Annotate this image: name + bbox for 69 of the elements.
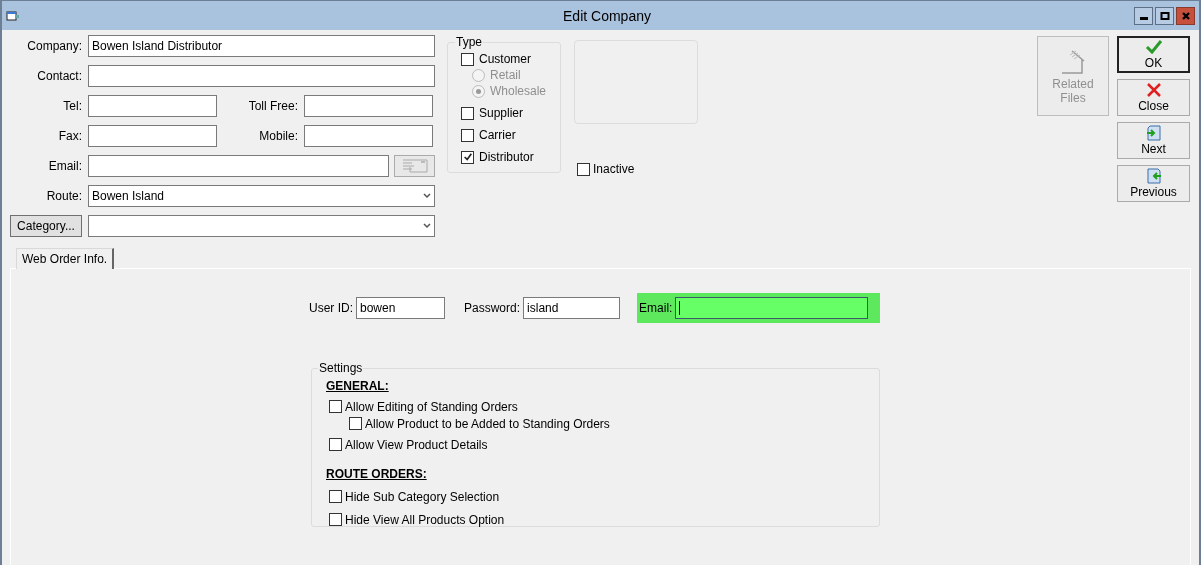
checkbox[interactable] (329, 438, 342, 451)
category-dropdown[interactable] (88, 215, 435, 237)
checkbox[interactable] (461, 106, 474, 120)
minimize-icon (1139, 17, 1148, 20)
tel-field[interactable] (88, 95, 217, 117)
document-arrow-right-icon (1144, 125, 1163, 141)
close-button[interactable] (1176, 6, 1195, 25)
contact-field[interactable] (88, 65, 435, 87)
group-title: Type (455, 35, 483, 49)
option-label: Allow Product to be Added to Standing Orders (365, 416, 610, 431)
ok-button[interactable]: OK (1117, 36, 1190, 73)
checkmark-icon (1144, 39, 1163, 55)
option-label: Carrier (479, 128, 516, 142)
mobile-field[interactable] (304, 125, 433, 147)
field-label: Email: (639, 301, 673, 315)
category-button[interactable]: Category... (10, 215, 82, 237)
maximize-button[interactable] (1155, 6, 1174, 25)
window-title: Edit Company (562, 7, 651, 24)
option-label: Customer (479, 52, 531, 66)
section-heading: GENERAL: (326, 379, 390, 393)
checkbox[interactable] (349, 417, 362, 430)
field-label: Fax: (57, 129, 82, 143)
fax-field[interactable] (88, 125, 217, 147)
option-label: Wholesale (490, 84, 547, 98)
web-email-field[interactable] (675, 297, 869, 319)
app-icon (6, 9, 20, 22)
company-field[interactable]: Bowen Island Distributor (88, 35, 435, 57)
chevron-down-icon (423, 223, 431, 229)
previous-button[interactable]: Previous (1117, 165, 1190, 202)
tab[interactable]: Web Order Info. (16, 248, 115, 269)
field-label: Tel: (62, 99, 82, 113)
option-label: Retail (490, 68, 521, 82)
checkbox[interactable] (461, 150, 474, 164)
checkbox[interactable] (329, 400, 342, 413)
email-field[interactable] (88, 155, 389, 177)
field-label: User ID: (309, 301, 353, 315)
option-label: Allow Editing of Standing Orders (345, 399, 518, 414)
field-label: Password: (464, 301, 521, 315)
field-label: Toll Free: (247, 99, 298, 113)
field-label: Email: (47, 159, 82, 173)
section-heading: ROUTE ORDERS: (326, 467, 428, 481)
toll-free-field[interactable] (304, 95, 433, 117)
field-label: Route: (45, 189, 82, 203)
x-icon (1145, 82, 1162, 98)
option-label: Inactive (593, 162, 635, 176)
option-label: Distributor (479, 150, 534, 164)
field-label: Company: (26, 39, 82, 53)
option-label: Hide Sub Category Selection (345, 489, 500, 504)
route-dropdown[interactable]: Bowen Island (88, 185, 435, 207)
document-arrow-left-icon (1144, 168, 1163, 184)
option-label: Hide View All Products Option (345, 512, 505, 527)
next-button[interactable]: Next (1117, 122, 1190, 159)
checkbox[interactable] (329, 513, 342, 526)
maximize-icon (1159, 10, 1170, 21)
group-title: Settings (318, 361, 364, 375)
option-label: Allow View Product Details (345, 437, 488, 452)
checkbox[interactable] (577, 162, 590, 176)
checkbox[interactable] (329, 490, 342, 503)
checkbox[interactable] (461, 128, 474, 142)
checkbox[interactable] (461, 52, 474, 66)
field-label: Contact: (36, 69, 82, 83)
user-id-field[interactable]: bowen (356, 297, 445, 319)
minimize-button[interactable] (1134, 6, 1153, 25)
close-button[interactable]: Close (1117, 79, 1190, 116)
field-label: Mobile: (258, 129, 298, 143)
password-field[interactable]: island (523, 297, 621, 319)
chevron-down-icon (423, 193, 431, 199)
close-icon (1180, 10, 1191, 21)
option-label: Supplier (479, 106, 524, 120)
